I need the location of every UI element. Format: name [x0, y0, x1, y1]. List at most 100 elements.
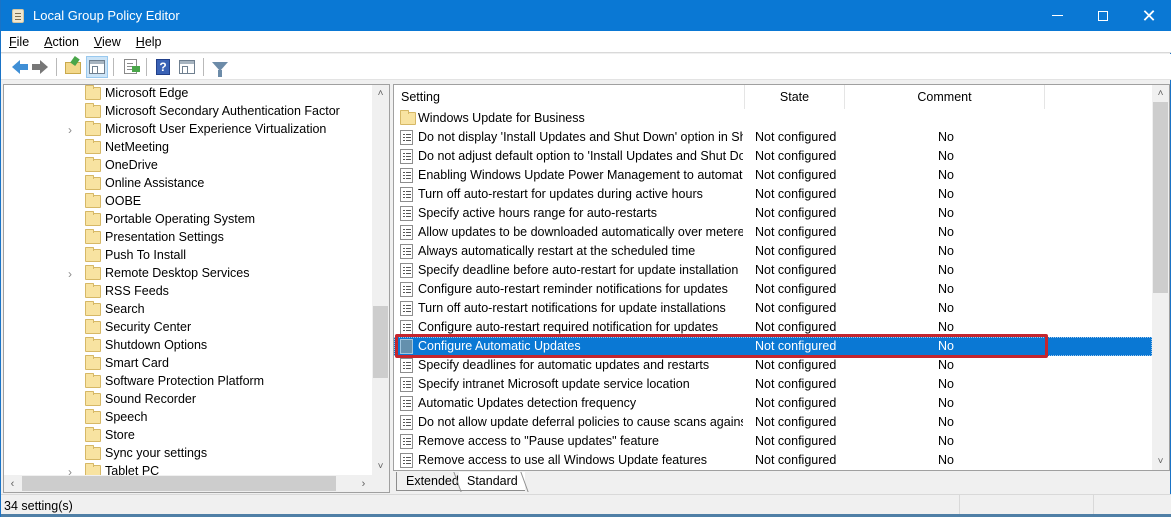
folder-icon [85, 211, 101, 226]
tree-item[interactable]: NetMeeting [4, 139, 372, 157]
setting-name: Configure Automatic Updates [418, 339, 581, 353]
setting-state: Not configured [755, 453, 837, 467]
policy-row[interactable]: Remove access to use all Windows Update … [394, 451, 1152, 470]
policy-setting-icon [400, 263, 413, 278]
tree-item-label: Portable Operating System [105, 212, 256, 226]
policy-row[interactable]: Configure Automatic Updates Not configure… [394, 337, 1152, 356]
column-header-comment[interactable]: Comment [845, 85, 1045, 109]
folder-icon [85, 139, 101, 154]
policy-row[interactable]: Always automatically restart at the sche… [394, 242, 1152, 261]
policy-row[interactable]: Do not allow update deferral policies to… [394, 413, 1152, 432]
setting-name: Remove access to "Pause updates" feature [418, 434, 659, 448]
menu-file[interactable]: File [1, 35, 36, 49]
policy-row[interactable]: Enabling Windows Update Power Management… [394, 166, 1152, 185]
tree-item[interactable]: › Remote Desktop Services [4, 265, 372, 283]
policy-row[interactable]: Allow updates to be downloaded automatic… [394, 223, 1152, 242]
export-list-button[interactable] [119, 56, 141, 78]
minimize-button[interactable] [1034, 0, 1080, 31]
forward-button[interactable] [29, 56, 51, 78]
tree-item[interactable]: Push To Install [4, 247, 372, 265]
tree-item[interactable]: OOBE [4, 193, 372, 211]
setting-comment: No [938, 263, 954, 277]
policy-row[interactable]: Remove access to "Pause updates" feature… [394, 432, 1152, 451]
tree-item[interactable]: › Tablet PC [4, 463, 372, 475]
folder-row[interactable]: Windows Update for Business [394, 109, 1152, 128]
policy-row[interactable]: Specify active hours range for auto-rest… [394, 204, 1152, 223]
menu-view[interactable]: View [86, 35, 128, 49]
column-header-state[interactable]: State [745, 85, 845, 109]
policy-row[interactable]: Configure auto-restart required notifica… [394, 318, 1152, 337]
show-hide-action-pane-button[interactable] [176, 56, 198, 78]
setting-state: Not configured [755, 282, 837, 296]
scroll-right-arrow-icon[interactable]: › [355, 475, 372, 492]
tree-item[interactable]: Software Protection Platform [4, 373, 372, 391]
folder-icon [85, 445, 101, 460]
window-title: Local Group Policy Editor [33, 8, 180, 23]
help-button[interactable]: ? [152, 56, 174, 78]
tree-horizontal-scrollbar[interactable]: ‹ › [4, 475, 372, 492]
setting-comment: No [938, 282, 954, 296]
title-bar[interactable]: Local Group Policy Editor ✕ [1, 0, 1171, 31]
policy-row[interactable]: Do not adjust default option to 'Install… [394, 147, 1152, 166]
up-one-level-button[interactable] [62, 56, 84, 78]
column-header-setting[interactable]: Setting [394, 85, 745, 109]
menu-help[interactable]: Help [128, 35, 169, 49]
tab-extended[interactable]: Extended [396, 472, 462, 491]
show-hide-console-tree-button[interactable] [86, 55, 108, 78]
policy-row[interactable]: Specify deadlines for automatic updates … [394, 356, 1152, 375]
tree-item[interactable]: RSS Feeds [4, 283, 372, 301]
scroll-up-arrow-icon[interactable]: ˄ [1152, 85, 1169, 102]
policy-row[interactable]: Turn off auto-restart for updates during… [394, 185, 1152, 204]
menu-action[interactable]: Action [36, 35, 86, 49]
menu-access-key: H [135, 34, 145, 49]
folder-icon [85, 373, 101, 388]
tree-item[interactable]: Microsoft Edge [4, 85, 372, 103]
scroll-left-arrow-icon[interactable]: ‹ [4, 475, 21, 492]
policy-row[interactable]: Do not display 'Install Updates and Shut… [394, 128, 1152, 147]
tree-horizontal-scroll-thumb[interactable] [22, 476, 336, 491]
policy-row[interactable]: Specify deadline before auto-restart for… [394, 261, 1152, 280]
tab-standard[interactable]: Standard [459, 472, 525, 491]
tree-item[interactable]: Smart Card [4, 355, 372, 373]
folder-icon [85, 265, 101, 280]
scroll-down-arrow-icon[interactable]: ˅ [1152, 453, 1169, 470]
close-button[interactable]: ✕ [1126, 0, 1171, 31]
scroll-up-arrow-icon[interactable]: ˄ [372, 85, 389, 102]
tree-vertical-scrollbar[interactable]: ˄ ˅ [372, 85, 389, 475]
chevron-right-icon[interactable]: › [68, 267, 78, 281]
list-header: Setting State Comment [394, 85, 1152, 109]
tree-item[interactable]: Security Center [4, 319, 372, 337]
folder-icon [85, 337, 101, 352]
tree-item[interactable]: OneDrive [4, 157, 372, 175]
policy-row[interactable]: Turn off auto-restart notifications for … [394, 299, 1152, 318]
filter-button[interactable] [209, 56, 231, 78]
list-vertical-scrollbar[interactable]: ˄ ˅ [1152, 85, 1169, 470]
folder-icon [85, 427, 101, 442]
tree-item[interactable]: Search [4, 301, 372, 319]
tree-item[interactable]: Portable Operating System [4, 211, 372, 229]
tree-item[interactable]: Sync your settings [4, 445, 372, 463]
policy-row[interactable]: Automatic Updates detection frequency Not… [394, 394, 1152, 413]
scroll-down-arrow-icon[interactable]: ˅ [372, 458, 389, 475]
chevron-right-icon[interactable]: › [68, 123, 78, 137]
back-button[interactable] [5, 56, 28, 78]
tree-item[interactable]: Sound Recorder [4, 391, 372, 409]
policy-row[interactable]: Specify intranet Microsoft update servic… [394, 375, 1152, 394]
policy-setting-icon [400, 225, 413, 240]
policy-row[interactable]: Configure auto-restart reminder notifica… [394, 280, 1152, 299]
tree-item[interactable]: › Microsoft User Experience Virtualizatio… [4, 121, 372, 139]
list-vertical-scroll-thumb[interactable] [1153, 102, 1168, 293]
tree-item[interactable]: Shutdown Options [4, 337, 372, 355]
tree-vertical-scroll-thumb[interactable] [373, 306, 388, 379]
policy-setting-icon [400, 187, 413, 202]
menu-label-rest: ile [16, 34, 30, 49]
tree-item[interactable]: Microsoft Secondary Authentication Facto… [4, 103, 372, 121]
console-tree-pane: Microsoft Edge Microsoft Secondary Authen… [3, 84, 390, 493]
setting-state: Not configured [755, 225, 837, 239]
chevron-right-icon[interactable]: › [68, 465, 78, 475]
tree-item[interactable]: Speech [4, 409, 372, 427]
maximize-button[interactable] [1080, 0, 1126, 31]
tree-item[interactable]: Store [4, 427, 372, 445]
tree-item[interactable]: Online Assistance [4, 175, 372, 193]
tree-item[interactable]: Presentation Settings [4, 229, 372, 247]
